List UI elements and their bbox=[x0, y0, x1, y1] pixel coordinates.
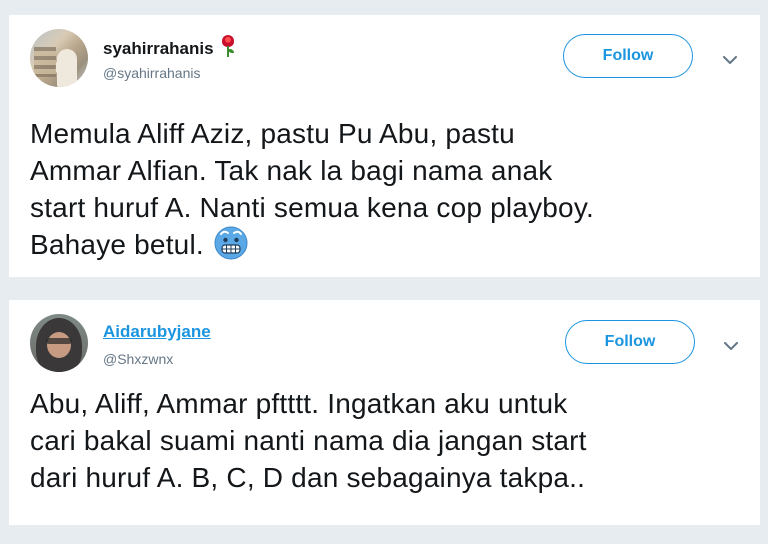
avatar-person bbox=[57, 49, 77, 87]
display-name[interactable]: Aidarubyjane bbox=[103, 322, 211, 342]
user-handle[interactable]: @syahirrahanis bbox=[103, 65, 200, 81]
user-handle[interactable]: @Shxzwnx bbox=[103, 351, 173, 367]
tweet-text-line: Ammar Alfian. Tak nak la bagi nama anak bbox=[30, 155, 553, 186]
avatar[interactable] bbox=[30, 314, 88, 372]
tweet-text-line-last: Bahaye betul. bbox=[30, 226, 750, 269]
follow-button[interactable]: Follow bbox=[563, 34, 693, 78]
chevron-down-icon[interactable] bbox=[720, 335, 742, 357]
tweet-text-line: cari bakal suami nanti nama dia jangan s… bbox=[30, 425, 587, 456]
tweet-text-line: start huruf A. Nanti semua kena cop play… bbox=[30, 192, 594, 223]
tweet-card: Aidarubyjane @Shxzwnx Follow Abu, Aliff,… bbox=[9, 300, 760, 525]
avatar-glasses bbox=[46, 338, 72, 344]
display-name-text[interactable]: syahirrahanis bbox=[103, 39, 214, 58]
tweet-text-line: Memula Aliff Aziz, pastu Pu Abu, pastu bbox=[30, 118, 515, 149]
cold-face-icon bbox=[214, 226, 248, 269]
tweet-text-line: Bahaye betul. bbox=[30, 229, 204, 260]
chevron-down-icon[interactable] bbox=[719, 49, 741, 71]
avatar-face bbox=[47, 332, 71, 358]
tweet-text-line: Abu, Aliff, Ammar pftttt. Ingatkan aku u… bbox=[30, 388, 568, 419]
tweet-text: Abu, Aliff, Ammar pftttt. Ingatkan aku u… bbox=[30, 385, 750, 496]
display-name[interactable]: syahirrahanis bbox=[103, 35, 236, 59]
rose-icon bbox=[220, 35, 236, 57]
avatar[interactable] bbox=[30, 29, 88, 87]
follow-button[interactable]: Follow bbox=[565, 320, 695, 364]
avatar-shelf bbox=[34, 47, 56, 77]
tweet-card: syahirrahanis @syahirrahanis Follow Memu… bbox=[9, 15, 760, 277]
tweet-text-line: dari huruf A. B, C, D dan sebagainya tak… bbox=[30, 462, 586, 493]
tweet-text: Memula Aliff Aziz, pastu Pu Abu, pastu A… bbox=[30, 115, 750, 269]
